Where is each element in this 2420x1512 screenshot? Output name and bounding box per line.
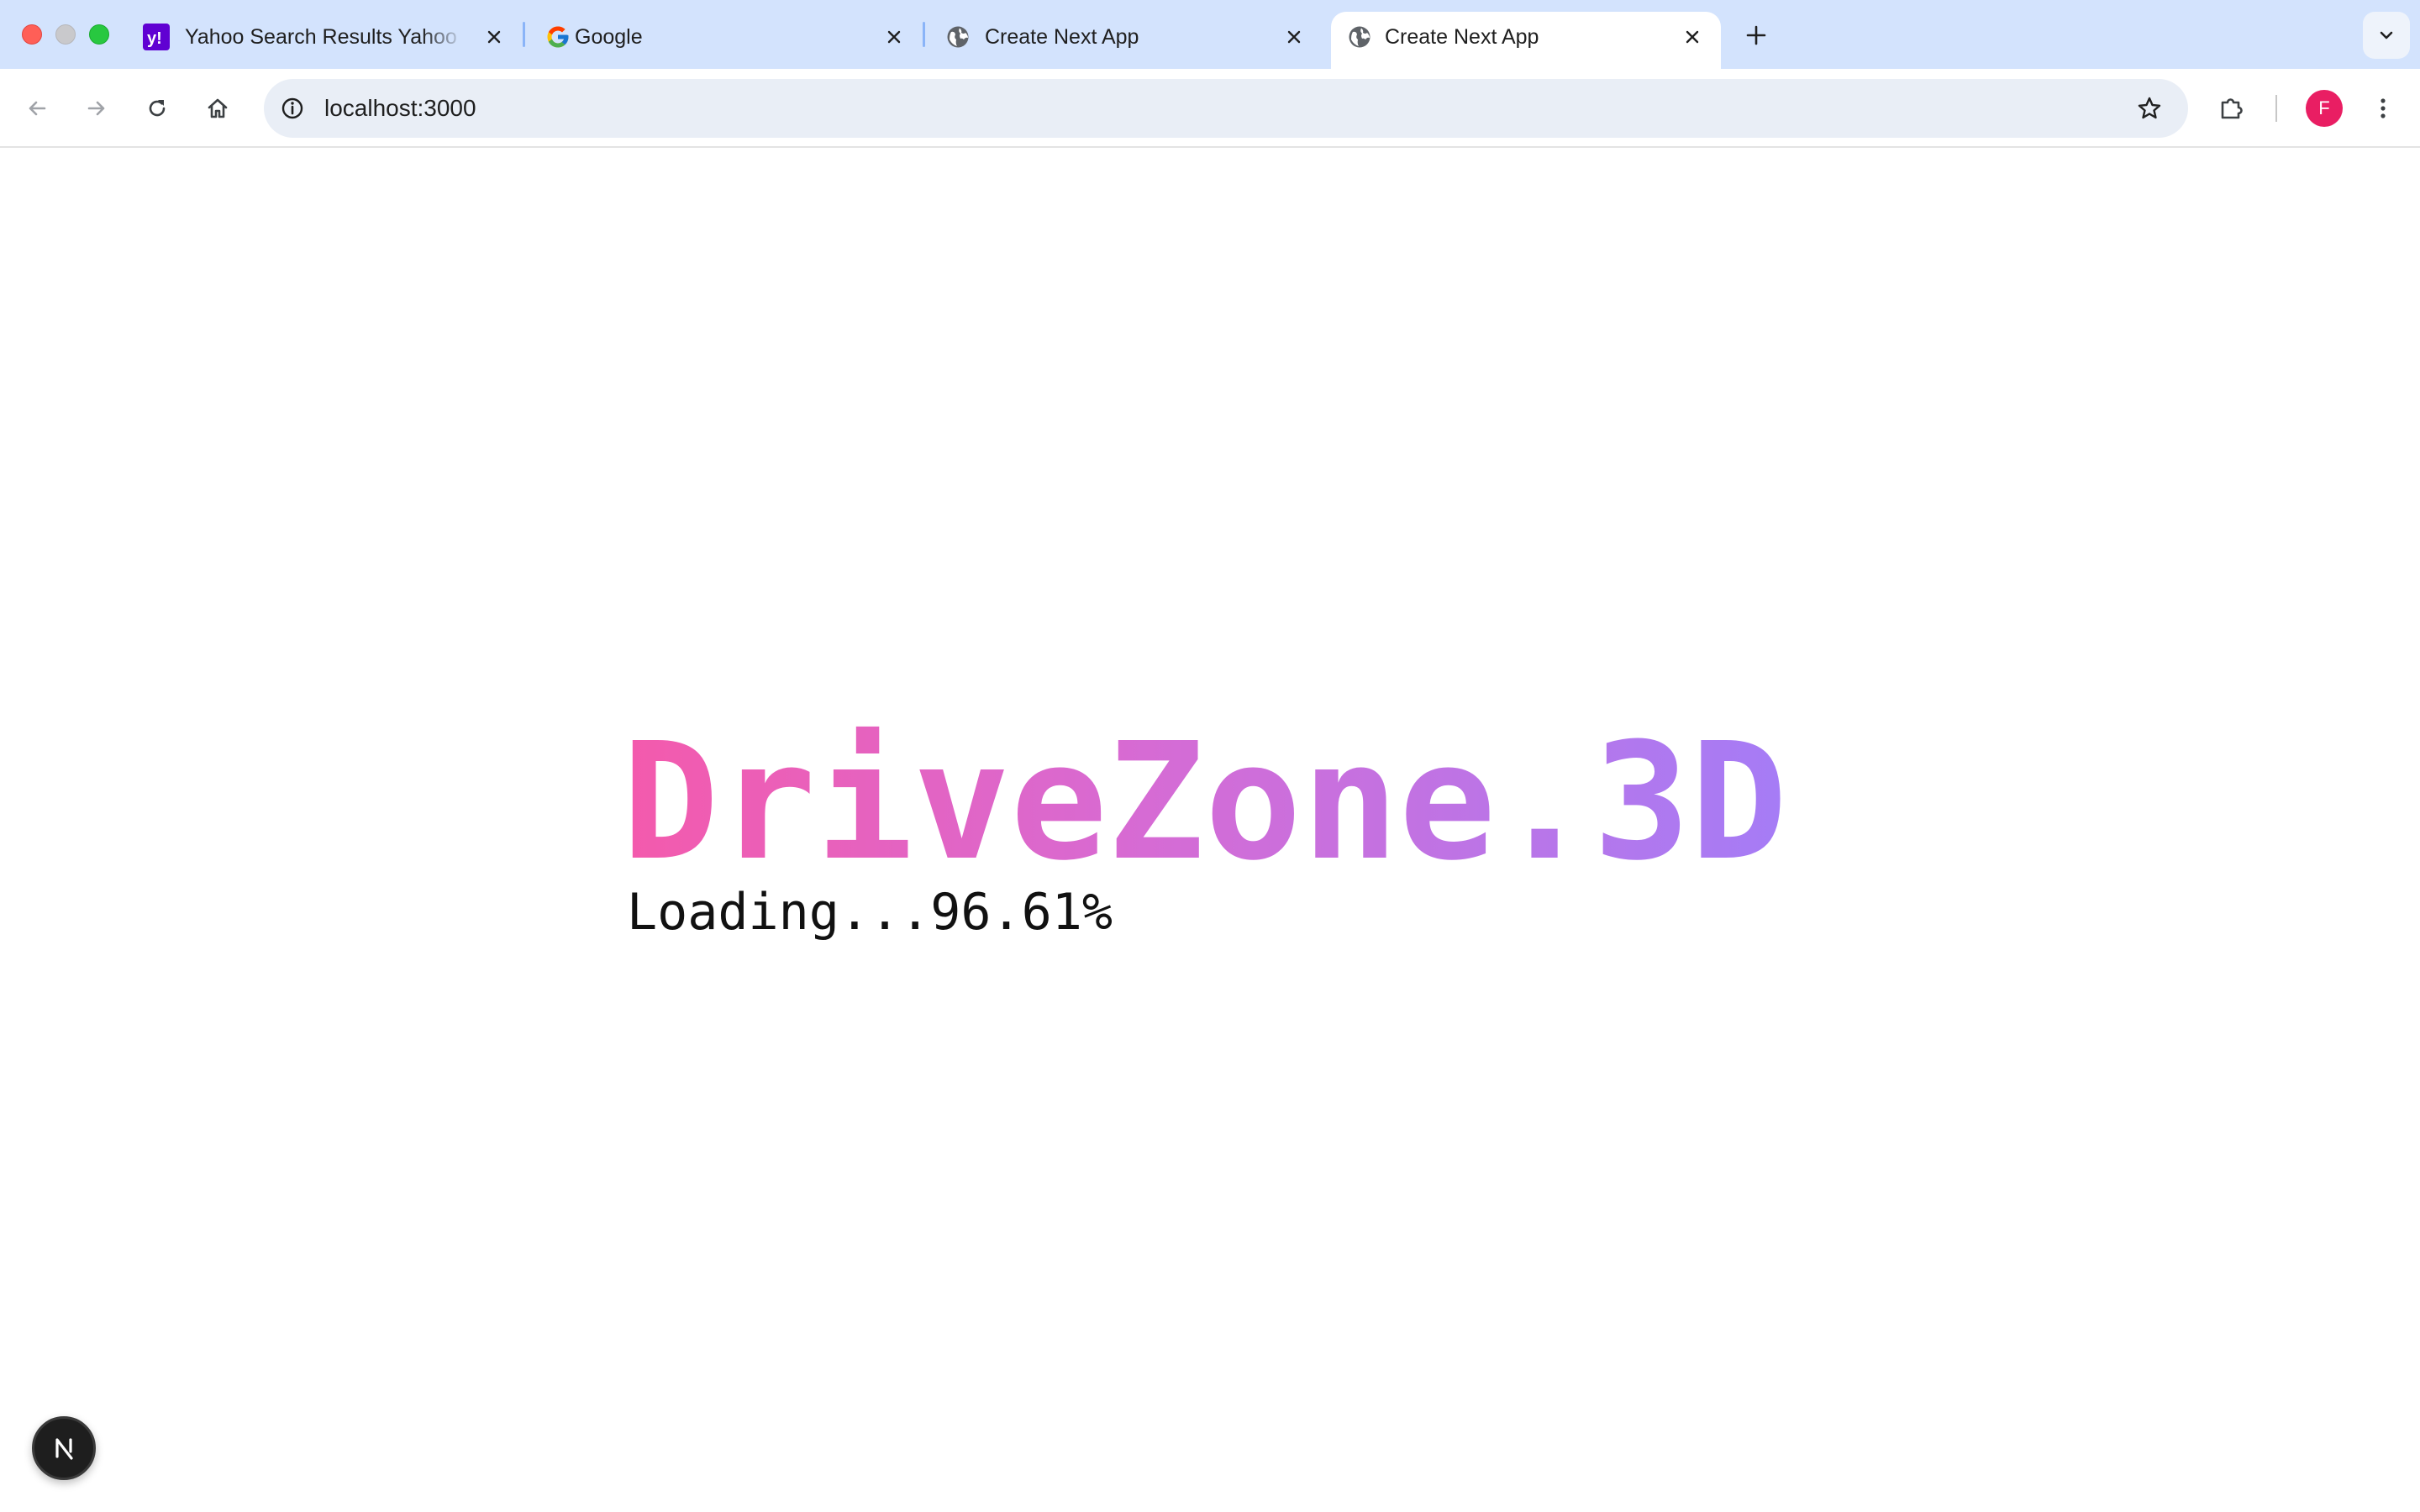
yahoo-icon: y! bbox=[143, 24, 170, 50]
reload-icon bbox=[149, 100, 166, 117]
tab-title: Create Next App bbox=[985, 25, 1139, 49]
info-icon bbox=[281, 97, 303, 119]
tab-separator bbox=[523, 22, 525, 47]
tab-yahoo-search[interactable]: y! Yahoo Search Results Yahoo Search Res… bbox=[134, 12, 521, 69]
bookmark-button[interactable] bbox=[2129, 88, 2170, 129]
reload-button[interactable] bbox=[135, 87, 179, 130]
nextjs-logo-icon bbox=[55, 1438, 73, 1460]
tab-strip: y! Yahoo Search Results Yahoo Search Res… bbox=[0, 0, 2420, 69]
back-button[interactable] bbox=[15, 87, 59, 130]
close-icon[interactable] bbox=[481, 24, 508, 50]
url-text[interactable]: localhost:3000 bbox=[324, 92, 476, 124]
tab-title: Yahoo Search Results Yahoo Search Result… bbox=[185, 25, 464, 49]
more-vertical-icon bbox=[2381, 98, 2386, 118]
brand-title: DriveZone.3D bbox=[622, 709, 1788, 896]
arrow-left-icon bbox=[29, 101, 46, 116]
arrow-right-icon bbox=[87, 101, 105, 116]
globe-icon bbox=[1346, 24, 1373, 50]
google-icon bbox=[544, 24, 571, 50]
home-button[interactable] bbox=[196, 87, 239, 130]
tab-create-next-app-active[interactable]: Create Next App bbox=[1331, 12, 1721, 69]
address-bar[interactable]: localhost:3000 bbox=[264, 79, 2188, 138]
chevron-down-icon bbox=[2380, 31, 2393, 39]
puzzle-icon bbox=[2221, 98, 2243, 119]
home-icon bbox=[208, 98, 228, 118]
nextjs-dev-tools-button[interactable] bbox=[32, 1416, 96, 1480]
loading-progress-text: Loading...96.61% bbox=[627, 883, 1113, 942]
tab-create-next-app[interactable]: Create Next App bbox=[934, 12, 1321, 69]
tab-title: Create Next App bbox=[1385, 25, 1539, 49]
close-icon[interactable] bbox=[881, 24, 908, 50]
window-maximize-button[interactable] bbox=[89, 24, 109, 45]
page-viewport: DriveZone.3D Loading...96.61% bbox=[0, 148, 2420, 1512]
site-info-button[interactable] bbox=[272, 88, 313, 129]
window-minimize-button[interactable] bbox=[55, 24, 76, 45]
profile-avatar[interactable]: F bbox=[2306, 90, 2343, 127]
tab-search-button[interactable] bbox=[2363, 12, 2410, 59]
globe-icon bbox=[944, 24, 971, 50]
window-close-button[interactable] bbox=[22, 24, 42, 45]
star-icon bbox=[2138, 97, 2161, 119]
menu-button[interactable] bbox=[2361, 87, 2405, 130]
tab-google[interactable]: Google bbox=[534, 12, 921, 69]
new-tab-button[interactable] bbox=[1739, 18, 1773, 52]
close-icon[interactable] bbox=[1679, 24, 1706, 50]
browser-toolbar: localhost:3000 F bbox=[0, 69, 2420, 148]
close-icon[interactable] bbox=[1281, 24, 1307, 50]
toolbar-divider bbox=[2275, 95, 2277, 122]
forward-button[interactable] bbox=[75, 87, 118, 130]
tab-title: Google bbox=[575, 25, 643, 49]
svg-text:y!: y! bbox=[147, 29, 162, 48]
tab-separator bbox=[923, 22, 925, 47]
extensions-button[interactable] bbox=[2210, 87, 2254, 130]
